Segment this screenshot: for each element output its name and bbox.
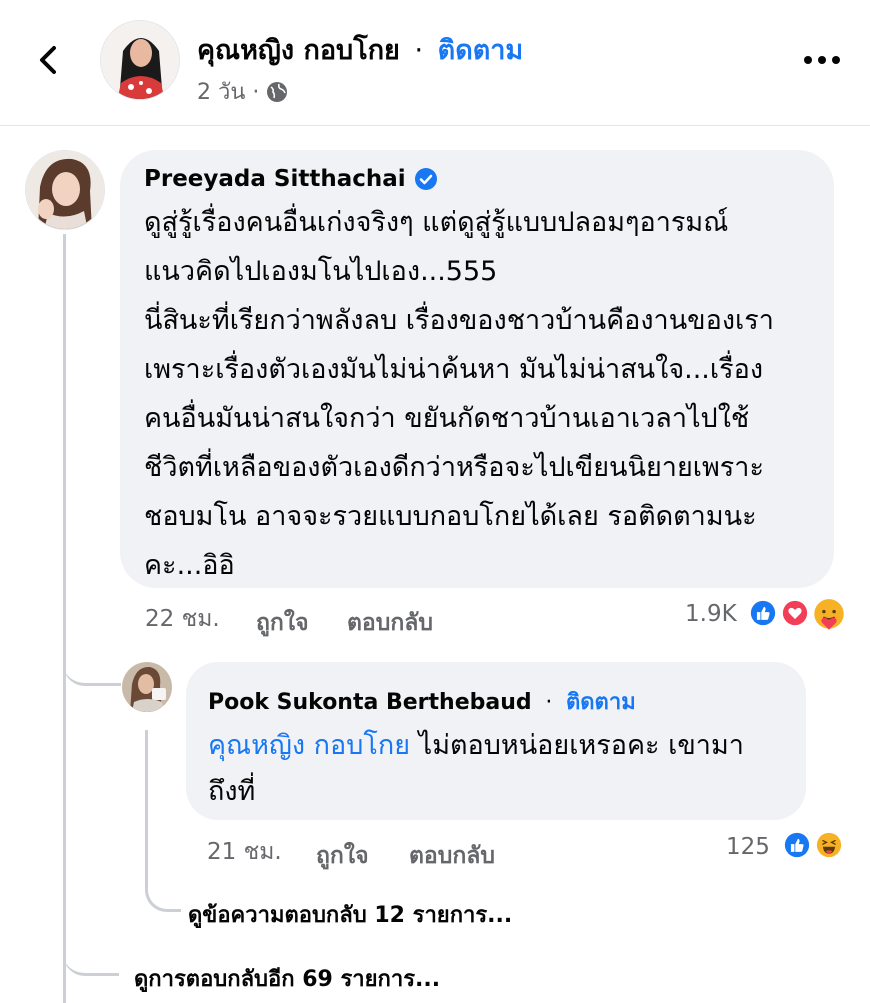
follow-button[interactable]: ติดตาม — [438, 35, 524, 66]
post-header: คุณหญิง กอบโกย · ติดตาม 2 วัน · — [0, 0, 870, 126]
reply-time[interactable]: 21 ชม. — [207, 839, 282, 865]
reply-reply-wrap: ตอบกลับ — [409, 838, 495, 874]
reply-bubble: Pook Sukonta Berthebaud · ติดตาม คุณหญิง… — [186, 662, 806, 820]
thread-connector-reply — [63, 640, 121, 686]
commenter-avatar[interactable] — [25, 150, 105, 230]
haha-icon — [814, 830, 844, 860]
reply-reply-button[interactable]: ตอบกลับ — [409, 843, 495, 869]
verified-badge-icon — [414, 168, 437, 190]
comment-text: ดูสู่รู้เรื่องคนอื่นเก่งจริงๆ แต่ดูสู่รู… — [144, 207, 774, 581]
comment-reply-wrap: ตอบกลับ — [347, 605, 433, 641]
thread-connector-view-replies — [145, 870, 181, 912]
post-meta: 2 วัน · — [197, 74, 289, 109]
reply-like-button[interactable]: ถูกใจ — [316, 843, 369, 869]
like-icon — [782, 830, 812, 860]
view-replies-link[interactable]: ดูข้อความตอบกลับ 12 รายการ... — [188, 897, 512, 932]
reply-author-row: Pook Sukonta Berthebaud · ติดตาม — [208, 684, 784, 719]
page-title-row: คุณหญิง กอบโกย · ติดตาม — [197, 28, 523, 71]
thread-line-reply — [145, 730, 148, 880]
comment-author-row: Preeyada Sitthachai — [144, 166, 810, 192]
reply-mention[interactable]: คุณหญิง กอบโกย — [208, 730, 410, 761]
care-icon — [814, 599, 844, 630]
reply-avatar[interactable] — [122, 662, 172, 712]
view-more-replies-link[interactable]: ดูการตอบกลับอีก 69 รายการ... — [134, 961, 440, 996]
comment-author[interactable]: Preeyada Sitthachai — [144, 166, 406, 192]
love-icon — [780, 598, 810, 628]
more-options-icon[interactable] — [800, 50, 844, 70]
back-arrow-icon[interactable] — [30, 40, 70, 80]
reply-time-wrap: 21 ชม. — [207, 834, 282, 870]
comment-actions: 22 ชม. — [145, 601, 220, 637]
thread-connector-more — [63, 940, 119, 976]
page-avatar[interactable] — [100, 20, 180, 100]
comment-like-button[interactable]: ถูกใจ — [256, 610, 309, 636]
like-icon — [748, 598, 778, 628]
comment-like-wrap: ถูกใจ — [256, 605, 309, 641]
reply-text-wrap: คุณหญิง กอบโกย ไม่ตอบหน่อยเหรอคะ เขามา ถ… — [208, 723, 784, 815]
reply-author[interactable]: Pook Sukonta Berthebaud — [208, 690, 532, 715]
page-name[interactable]: คุณหญิง กอบโกย — [197, 35, 400, 66]
reply-reaction-count[interactable]: 125 — [726, 834, 770, 860]
post-time[interactable]: 2 วัน · — [197, 74, 259, 109]
comment-reply-button[interactable]: ตอบกลับ — [347, 610, 433, 636]
reply-separator-dot: · — [545, 690, 553, 715]
thread-line-main — [63, 234, 66, 1003]
reply-like-wrap: ถูกใจ — [316, 838, 369, 874]
reply-follow-button[interactable]: ติดตาม — [566, 690, 636, 715]
comment-bubble: Preeyada Sitthachai ดูสู่รู้เรื่องคนอื่น… — [120, 150, 834, 588]
globe-icon — [267, 81, 288, 102]
separator-dot: · — [414, 35, 424, 66]
comment-reaction-count[interactable]: 1.9K — [685, 601, 737, 627]
comment-time[interactable]: 22 ชม. — [145, 606, 220, 632]
